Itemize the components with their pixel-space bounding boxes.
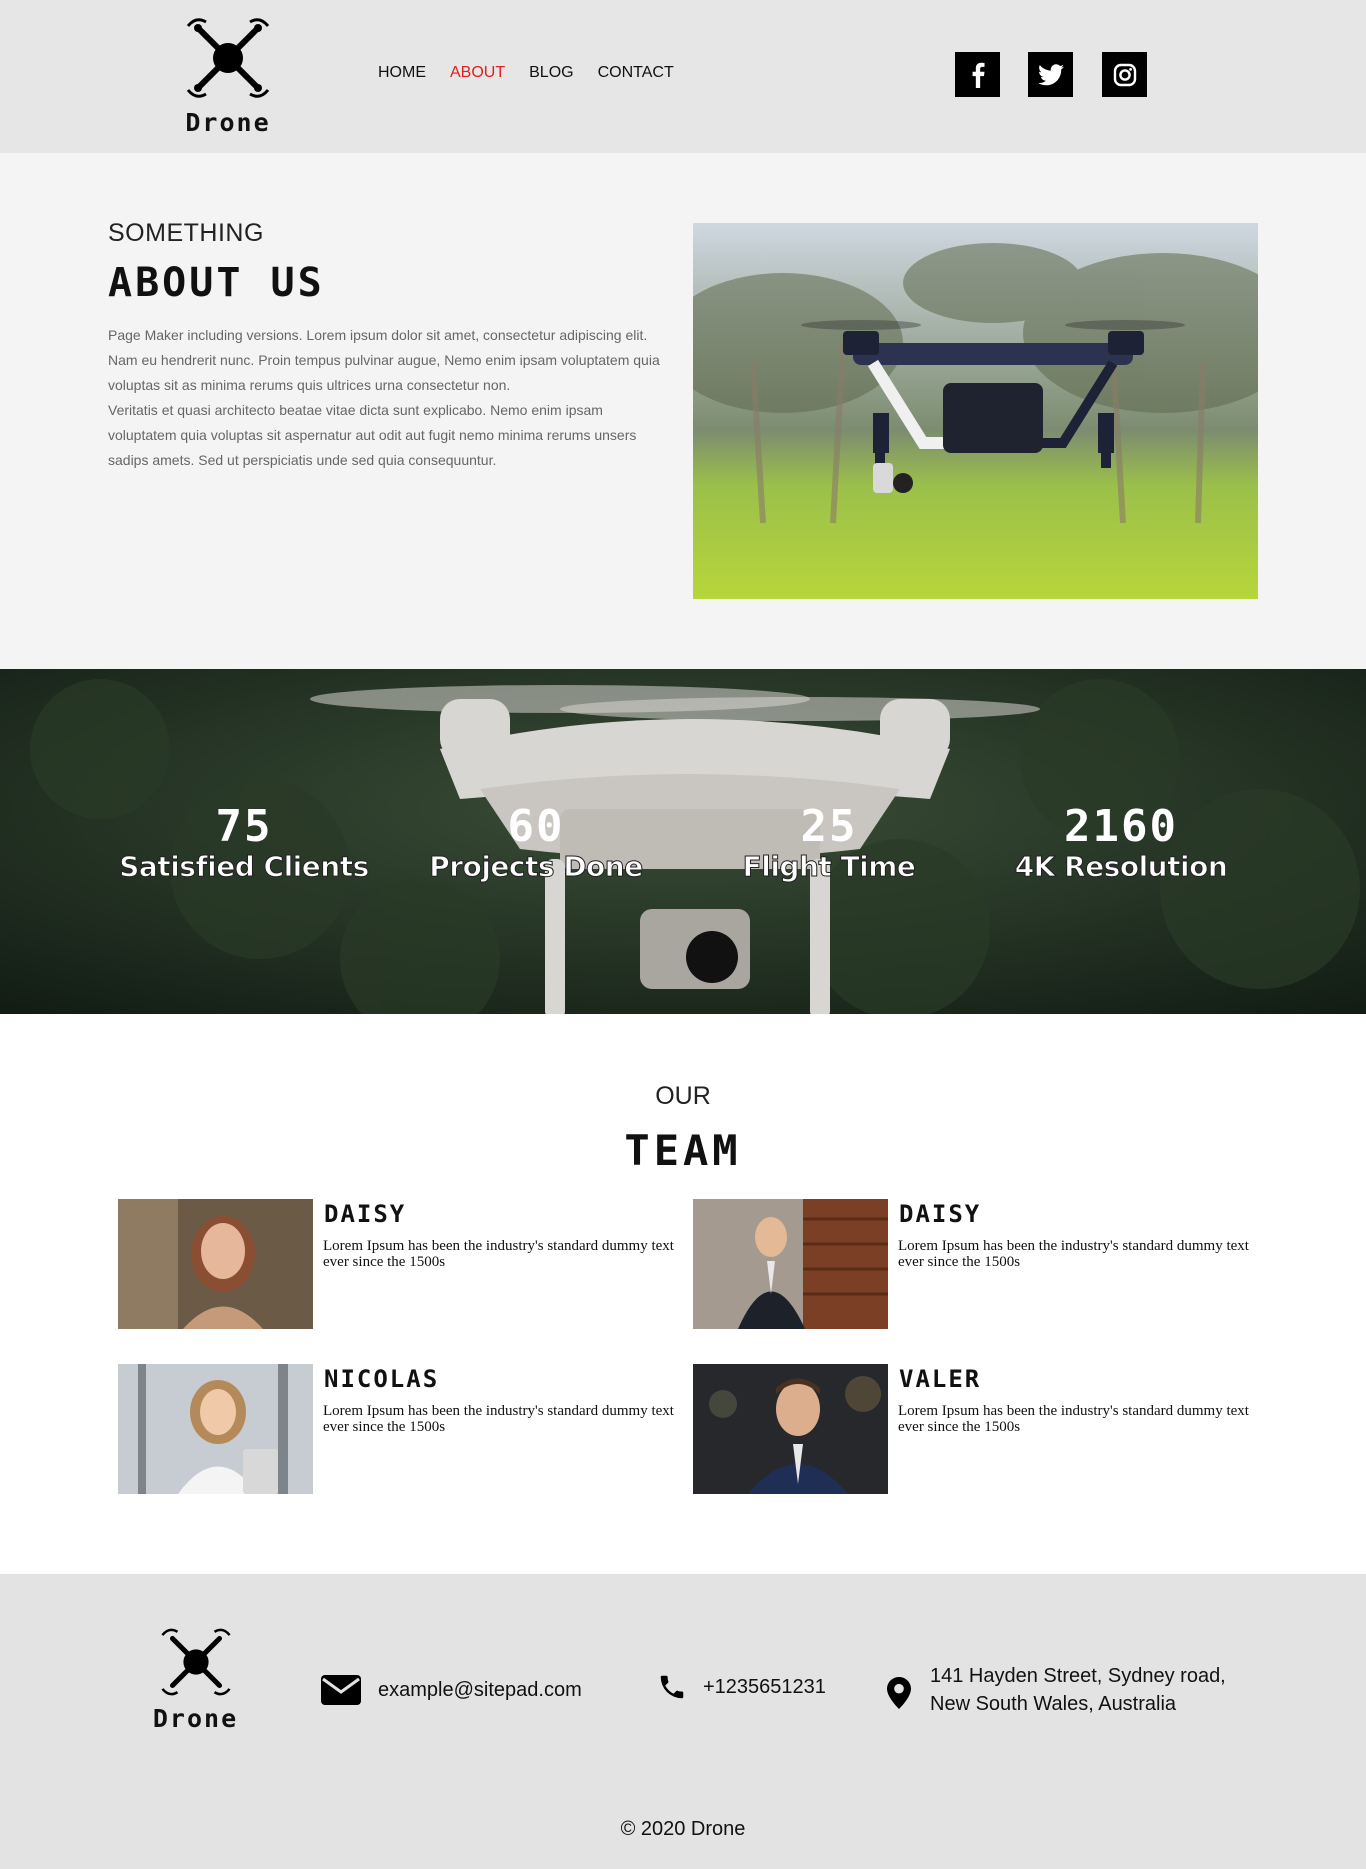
stat-value: 60 — [507, 801, 565, 852]
footer-email-text: example@sitepad.com — [378, 1678, 582, 1701]
member-photo — [693, 1199, 888, 1329]
drone-logo-icon — [186, 18, 270, 98]
member-bio: Lorem Ipsum has been the industry's stan… — [898, 1238, 1249, 1270]
instagram-icon — [1113, 63, 1136, 86]
member-name: DAISY — [899, 1200, 982, 1228]
stat-label: 4K Resolution — [1014, 850, 1228, 884]
footer-logo[interactable]: Drone — [138, 1620, 253, 1733]
envelope-icon — [321, 1675, 361, 1705]
team-kicker: OUR — [655, 1082, 711, 1110]
team-member-card: VALER Lorem Ipsum has been the industry'… — [693, 1364, 1263, 1494]
member-photo — [118, 1364, 313, 1494]
member-bio: Lorem Ipsum has been the industry's stan… — [898, 1403, 1249, 1435]
nav-contact[interactable]: CONTACT — [598, 64, 674, 82]
nav-about[interactable]: ABOUT — [450, 64, 505, 82]
stat-clients: 75 Satisfied Clients — [94, 804, 394, 884]
team-member-card: DAISY Lorem Ipsum has been the industry'… — [118, 1199, 688, 1329]
member-name: DAISY — [324, 1200, 407, 1228]
nav-home[interactable]: HOME — [378, 64, 426, 82]
twitter-icon — [1037, 63, 1064, 85]
member-bio: Lorem Ipsum has been the industry's stan… — [323, 1238, 674, 1270]
location-pin-icon — [887, 1677, 911, 1709]
site-header: Drone HOME ABOUT BLOG CONTACT — [0, 0, 1366, 153]
team-title: TEAM — [624, 1126, 742, 1175]
stats-section: 75 Satisfied Clients 60 Projects Done 25… — [0, 669, 1366, 1014]
stat-label: Flight Time — [742, 850, 916, 884]
stat-projects: 60 Projects Done — [386, 804, 686, 884]
about-section: SOMETHING ABOUT US Page Maker including … — [0, 153, 1366, 669]
phone-icon — [660, 1675, 684, 1699]
site-logo[interactable]: Drone — [173, 8, 283, 138]
twitter-button[interactable] — [1028, 52, 1073, 97]
member-name: NICOLAS — [324, 1365, 440, 1393]
instagram-button[interactable] — [1102, 52, 1147, 97]
member-bio: Lorem Ipsum has been the industry's stan… — [323, 1403, 674, 1435]
about-paragraph-2: Veritatis et quasi architecto beatae vit… — [108, 402, 637, 468]
nav-blog[interactable]: BLOG — [529, 64, 573, 82]
facebook-icon — [972, 62, 984, 88]
footer-email[interactable]: example@sitepad.com — [320, 1674, 582, 1706]
site-footer: Drone example@sitepad.com +1235651231 14… — [0, 1574, 1366, 1869]
footer-logo-text: Drone — [152, 1704, 239, 1733]
about-title: ABOUT US — [108, 260, 325, 306]
about-paragraph-1: Page Maker including versions. Lorem ips… — [108, 327, 660, 393]
footer-address: 141 Hayden Street, Sydney road, New Sout… — [930, 1665, 1226, 1715]
about-kicker: SOMETHING — [108, 219, 264, 247]
about-text: Page Maker including versions. Lorem ips… — [108, 323, 673, 473]
about-drone-image — [693, 223, 1258, 599]
team-member-card: NICOLAS Lorem Ipsum has been the industr… — [118, 1364, 688, 1494]
footer-phone-text: +1235651231 — [703, 1675, 826, 1698]
member-photo — [693, 1364, 888, 1494]
stat-value: 2160 — [1064, 801, 1178, 852]
team-section: OUR TEAM DAISY Lorem Ipsum has been the … — [0, 1014, 1366, 1574]
stat-label: Satisfied Clients — [119, 850, 370, 884]
logo-text: Drone — [185, 108, 271, 137]
main-nav: HOME ABOUT BLOG CONTACT — [378, 64, 674, 82]
footer-phone[interactable]: +1235651231 — [657, 1672, 826, 1702]
team-member-card: DAISY Lorem Ipsum has been the industry'… — [693, 1199, 1263, 1329]
drone-logo-icon — [160, 1628, 231, 1696]
member-photo — [118, 1199, 313, 1329]
stat-value: 25 — [800, 801, 858, 852]
member-name: VALER — [899, 1365, 982, 1393]
stat-label: Projects Done — [429, 850, 644, 884]
stat-value: 75 — [215, 801, 273, 852]
copyright: © 2020 Drone — [620, 1818, 746, 1840]
facebook-button[interactable] — [955, 52, 1000, 97]
stat-resolution: 2160 4K Resolution — [971, 804, 1271, 884]
stat-flight-time: 25 Flight Time — [679, 804, 979, 884]
